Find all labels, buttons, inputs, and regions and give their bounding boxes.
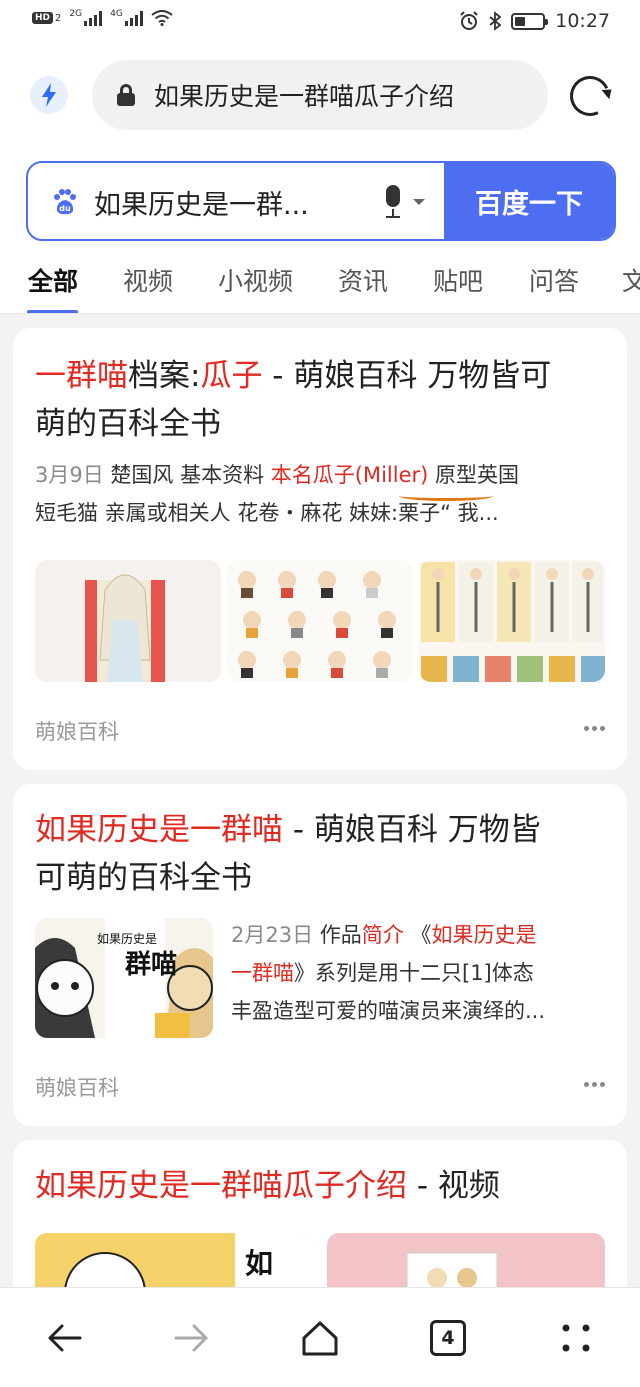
snippet-text: 作品	[313, 923, 362, 947]
status-left: HD 2 2G 4G	[32, 9, 173, 26]
title-highlight: 如果历史是一群喵	[35, 812, 283, 848]
bottom-navigation: 4	[0, 1287, 640, 1387]
title-text: - 视频	[407, 1168, 500, 1204]
snippet-text: 《	[403, 923, 432, 947]
url-text: 如果历史是一群喵瓜子介绍	[154, 82, 455, 111]
snippet-text: 丰盈造型可爱的喵演员来演绎的...	[231, 999, 546, 1023]
status-right: 10:27	[459, 10, 610, 32]
snippet-text: 短毛猫 亲属或相关人 花卷・麻花 妹妹:栗子“ 我...	[35, 501, 499, 525]
more-options-icon[interactable]	[584, 726, 605, 731]
title-text: 档案:	[128, 358, 201, 394]
alarm-icon	[460, 11, 478, 30]
search-input[interactable]: 如果历史是一群...	[94, 183, 364, 222]
tabs-count-button[interactable]: 4	[430, 1320, 466, 1356]
result-source[interactable]: 萌娘百科	[35, 716, 119, 746]
title-highlight: 瓜子	[200, 358, 263, 394]
title-text: 可萌的百科全书	[35, 860, 252, 896]
result-image[interactable]	[419, 560, 605, 682]
network-4g-label: 4G	[110, 9, 123, 19]
network-2g-label: 2G	[69, 9, 83, 19]
thumb-text: 如果历史是	[97, 931, 157, 946]
microphone-icon[interactable]	[383, 185, 403, 219]
chevron-down-icon[interactable]	[413, 199, 425, 205]
status-bar: HD 2 2G 4G 10:27	[0, 0, 640, 48]
baidu-paw-icon: du	[54, 189, 76, 215]
snippet-highlight: 如果历史是	[431, 923, 537, 947]
result-card: 一群喵档案:瓜子 - 萌娘百科 万物皆可 萌的百科全书 3月9日 楚国风 基本资…	[13, 328, 627, 770]
tab-all[interactable]: 全部	[28, 262, 78, 298]
snippet-text: 原型英国	[428, 463, 520, 487]
reload-icon[interactable]	[564, 70, 616, 122]
thumb-text: 群喵	[124, 950, 177, 980]
result-image[interactable]: 群喵 如果历史是	[35, 918, 213, 1038]
bluetooth-icon	[489, 11, 502, 31]
home-icon[interactable]	[300, 1318, 340, 1358]
tab-more[interactable]: 文	[622, 262, 640, 298]
tab-qa[interactable]: 问答	[529, 262, 579, 298]
url-bar[interactable]: 如果历史是一群喵瓜子介绍	[92, 60, 548, 130]
result-snippet: 2月23日 作品简介 《如果历史是 一群喵》系列是用十二只[1]体态 丰盈造型可…	[231, 916, 611, 1030]
result-title[interactable]: 如果历史是一群喵瓜子介绍 - 视频	[35, 1162, 500, 1210]
tab-news[interactable]: 资讯	[338, 262, 388, 298]
more-options-icon[interactable]	[584, 1082, 605, 1087]
title-highlight: 一群喵	[35, 358, 128, 394]
snippet-text: 楚国风 基本资料	[103, 463, 271, 487]
result-card: 如果历史是一群喵瓜子介绍 - 视频 如	[13, 1140, 627, 1300]
result-date: 2月23日	[231, 923, 314, 947]
result-title[interactable]: 如果历史是一群喵 - 萌娘百科 万物皆 可萌的百科全书	[35, 806, 541, 902]
tab-tieba[interactable]: 贴吧	[433, 262, 483, 298]
result-title[interactable]: 一群喵档案:瓜子 - 萌娘百科 万物皆可 萌的百科全书	[35, 352, 551, 448]
tab-short-video[interactable]: 小视频	[218, 262, 293, 298]
active-tab-indicator	[27, 310, 78, 313]
search-row: du 如果历史是一群... 百度一下	[0, 148, 640, 248]
tab-video[interactable]: 视频	[123, 262, 173, 298]
signal-icon	[84, 10, 103, 26]
back-arrow-icon[interactable]	[44, 1318, 84, 1358]
hand-drawn-underline	[399, 491, 493, 501]
result-image[interactable]	[35, 560, 221, 682]
search-tabs: 全部 视频 小视频 资讯 贴吧 问答 文	[0, 248, 640, 314]
menu-grid-icon[interactable]	[556, 1318, 596, 1358]
snippet-highlight: 简介	[361, 923, 404, 947]
svg-text:du: du	[59, 204, 71, 213]
search-button[interactable]: 百度一下	[444, 163, 614, 239]
title-text: - 萌娘百科 万物皆可	[262, 358, 552, 394]
address-bar-row: 如果历史是一群喵瓜子介绍	[0, 48, 640, 148]
wifi-icon	[151, 10, 173, 26]
result-image[interactable]	[227, 560, 413, 682]
forward-arrow-icon[interactable]	[172, 1318, 212, 1358]
result-source[interactable]: 萌娘百科	[35, 1072, 119, 1102]
signal-icon-2	[124, 10, 143, 26]
battery-icon	[511, 12, 549, 30]
title-highlight: 如果历史是一群喵瓜子介绍	[35, 1168, 407, 1204]
snippet-text: 》系列是用十二只[1]体态	[294, 961, 534, 985]
result-snippet: 3月9日 楚国风 基本资料 本名瓜子(Miller) 原型英国 短毛猫 亲属或相…	[35, 456, 615, 532]
lightning-icon[interactable]	[30, 76, 68, 114]
title-text: - 萌娘百科 万物皆	[283, 812, 541, 848]
title-text: 萌的百科全书	[35, 406, 221, 442]
result-date: 3月9日	[35, 463, 104, 487]
snippet-highlight: 本名瓜子(Miller)	[270, 463, 429, 487]
hd-badge: HD	[32, 12, 54, 24]
clock-time: 10:27	[555, 10, 610, 32]
result-card: 如果历史是一群喵 - 萌娘百科 万物皆 可萌的百科全书 群喵 如果历史是 2月2…	[13, 784, 627, 1126]
lock-icon	[116, 84, 136, 106]
search-box: du 如果历史是一群... 百度一下	[26, 161, 616, 241]
sim-number: 2	[55, 12, 62, 24]
svg-text:如: 如	[245, 1247, 273, 1280]
snippet-highlight: 一群喵	[231, 961, 294, 985]
